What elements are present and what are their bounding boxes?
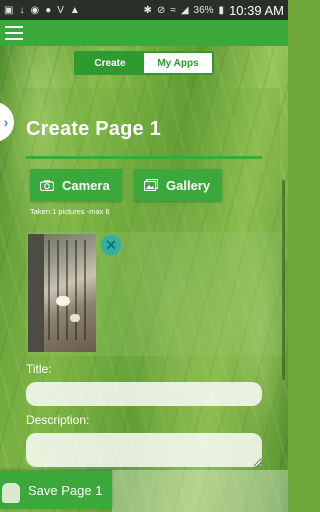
usb-icon: ↓: [19, 4, 25, 16]
signal-icon: ◢: [180, 4, 189, 16]
v-icon: V: [57, 4, 64, 16]
gallery-icon: [142, 179, 160, 191]
status-bar: ▣ ↓ ◉ ● V ▲ ✱ ⊘ ≈ ◢ 36% ▮ 10:39 AM: [0, 0, 288, 20]
wifi-boost-icon: ▲: [69, 4, 80, 16]
chevron-right-icon: ›: [3, 114, 9, 130]
clock: 10:39 AM: [229, 2, 284, 18]
photo-count-info: Taken 1 pictures -max 6: [30, 207, 110, 216]
title-input[interactable]: [26, 382, 262, 406]
save-icon: [2, 483, 20, 503]
tab-bar: Create My Apps: [74, 51, 214, 75]
description-input[interactable]: [26, 433, 262, 467]
scrollbar[interactable]: [282, 180, 285, 380]
gallery-button[interactable]: Gallery: [134, 169, 222, 201]
tab-my-apps[interactable]: My Apps: [144, 53, 212, 73]
save-page-label: Save Page 1: [28, 482, 103, 498]
title-divider: [26, 156, 262, 159]
battery-percent: 36%: [193, 4, 214, 16]
mute-icon: ⊘: [156, 4, 166, 16]
messenger-icon: ●: [45, 4, 52, 16]
photo-thumbnail[interactable]: [28, 234, 96, 352]
battery-icon: ▮: [218, 4, 225, 16]
save-page-button[interactable]: Save Page 1: [0, 471, 112, 509]
gamepad-icon: ◉: [30, 4, 40, 16]
wifi-icon: ≈: [170, 4, 176, 16]
gallery-button-label: Gallery: [166, 177, 211, 193]
camera-button-label: Camera: [62, 177, 110, 193]
title-label: Title:: [26, 362, 52, 376]
bluetooth-icon: ✱: [143, 4, 152, 16]
bottom-strip: [112, 470, 288, 512]
hamburger-menu-icon[interactable]: [5, 24, 23, 42]
app-bar: [0, 20, 288, 46]
remove-photo-icon[interactable]: ✕: [101, 235, 121, 255]
description-label: Description:: [26, 413, 90, 427]
page-title: Create Page 1: [26, 118, 161, 140]
camera-button[interactable]: Camera: [30, 169, 122, 201]
camera-icon: [38, 179, 56, 191]
image-notification-icon: ▣: [4, 4, 14, 16]
tab-create[interactable]: Create: [76, 53, 144, 73]
